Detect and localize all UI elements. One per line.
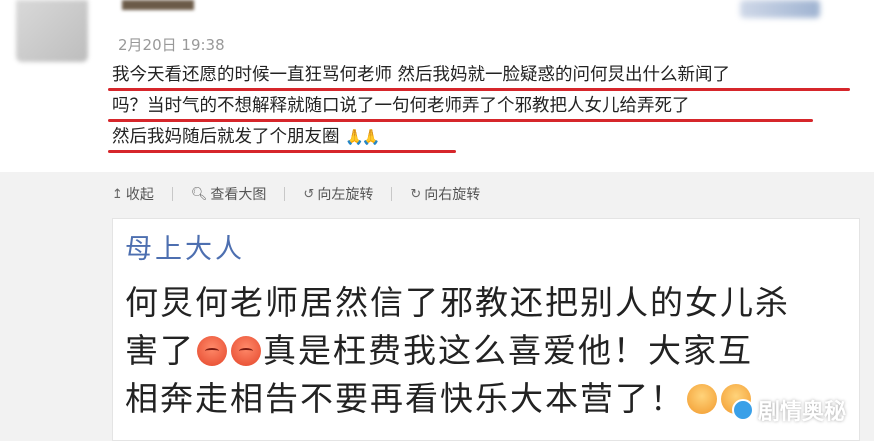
divider xyxy=(391,187,393,201)
post-line-1: 我今天看还愿的时候一直狂骂何老师 然后我妈就一脸疑惑的问何炅出什么新闻了 xyxy=(108,60,872,91)
rotate-left-icon: ↺ xyxy=(303,186,315,202)
divider xyxy=(284,187,286,201)
watermark-logo-icon xyxy=(732,399,754,421)
post-body: 我今天看还愿的时候一直狂骂何老师 然后我妈就一脸疑惑的问何炅出什么新闻了 吗？当… xyxy=(108,60,872,153)
card-author-name: 母上大人 xyxy=(125,234,245,265)
angry-face-icon xyxy=(197,336,227,366)
post-line-2: 吗？当时气的不想解释就随口说了一句何老师弄了个邪教把人女儿给弄死了 xyxy=(108,91,872,122)
divider xyxy=(171,187,173,201)
avatar[interactable] xyxy=(16,0,88,62)
search-icon: 🔍︎ xyxy=(190,186,208,202)
rotate-left-button[interactable]: ↺ 向左旋转 xyxy=(303,184,373,204)
watermark: 剧情奥秘 xyxy=(732,394,846,426)
post-timestamp: 2月20日 19:38 xyxy=(118,36,225,54)
username-blurred[interactable] xyxy=(122,0,194,10)
view-large-button[interactable]: 🔍︎ 查看大图 xyxy=(191,184,267,204)
image-action-bar: ↥ 收起 🔍︎ 查看大图 ↺ 向左旋转 ↻ 向右旋转 xyxy=(112,180,480,208)
card-line-2: 害了 真是枉费我这么喜爱他！大家互 xyxy=(125,331,753,370)
rotate-right-icon: ↻ xyxy=(410,186,422,202)
post-line-3: 然后我妈随后就发了个朋友圈 🙏🙏 xyxy=(108,122,872,153)
red-underline xyxy=(108,150,456,153)
decorative-sticker xyxy=(740,0,820,18)
arrow-up-icon: ↥ xyxy=(112,186,123,202)
rotate-right-button[interactable]: ↻ 向右旋转 xyxy=(410,184,480,204)
pray-hands-emoji: 🙏🙏 xyxy=(345,128,380,146)
angry-face-icon xyxy=(231,336,261,366)
collapse-button[interactable]: ↥ 收起 xyxy=(112,184,154,204)
laughing-face-icon xyxy=(687,384,717,414)
card-line-1: 何炅何老师居然信了邪教还把别人的女儿杀 xyxy=(125,283,790,322)
weibo-post: 2月20日 19:38 我今天看还愿的时候一直狂骂何老师 然后我妈就一脸疑惑的问… xyxy=(0,0,874,172)
